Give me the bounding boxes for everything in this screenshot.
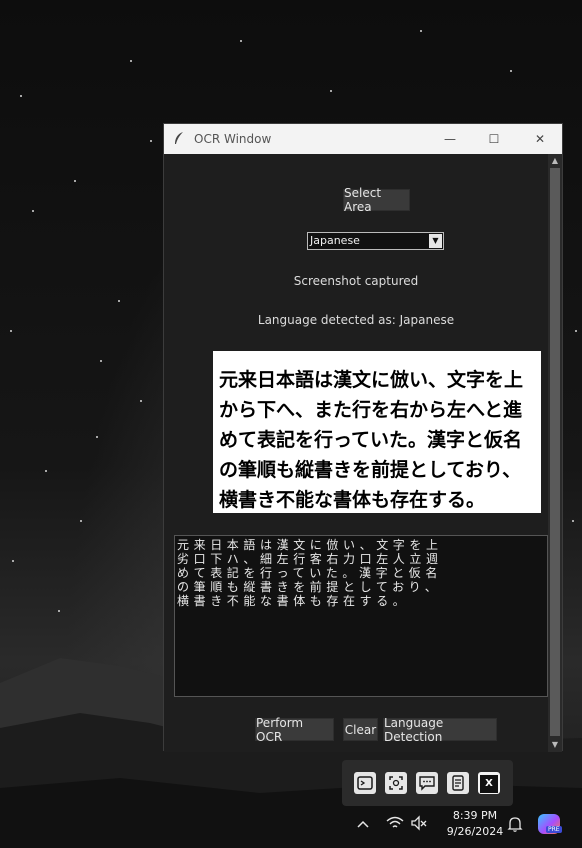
- chat-icon[interactable]: [416, 772, 438, 794]
- preview-line: から下へ、また行を右から左へと進: [219, 399, 523, 421]
- close-icon: ✕: [534, 132, 546, 146]
- window-content: Select Area Japanese ▼ Screenshot captur…: [164, 154, 548, 752]
- notification-bell-icon[interactable]: [507, 815, 523, 833]
- x-icon[interactable]: X: [478, 772, 500, 794]
- preview-line: の筆順も縦書きを前提としており、: [219, 459, 522, 481]
- perform-ocr-button[interactable]: Perform OCR: [255, 716, 334, 744]
- wifi-icon[interactable]: [386, 815, 404, 831]
- maximize-icon: ☐: [488, 132, 500, 146]
- ocr-line: 横書き不能な書体も存在する。: [177, 594, 410, 608]
- clock-time: 8:39 PM: [452, 809, 498, 822]
- preview-line: 元来日本語は漢文に倣い、文字を上: [219, 369, 524, 391]
- copilot-pre-badge: PRE: [546, 826, 562, 833]
- copilot-icon[interactable]: PRE: [538, 814, 562, 834]
- scroll-up-icon[interactable]: ▲: [549, 155, 561, 167]
- language-status: Language detected as: Japanese: [257, 313, 455, 327]
- screenshot-status: Screenshot captured: [293, 274, 419, 288]
- language-select[interactable]: Japanese ▼: [307, 232, 444, 250]
- scroll-down-icon[interactable]: ▼: [549, 739, 561, 751]
- captured-image-preview: 元来日本語は漢文に倣い、文字を上 から下へ、また行を右から左へと進 めて表記を行…: [213, 351, 541, 513]
- x-logo-glyph: X: [480, 775, 498, 793]
- minimize-button[interactable]: —: [432, 127, 468, 151]
- terminal-icon[interactable]: [354, 772, 376, 794]
- tray-overflow-popup: X: [342, 760, 513, 806]
- preview-line: めて表記を行っていた。漢字と仮名: [219, 429, 523, 451]
- clear-button[interactable]: Clear: [343, 718, 378, 741]
- language-detection-button[interactable]: Language Detection: [383, 716, 497, 744]
- ocr-line: の筆順も縦書きを前提としており、: [177, 580, 442, 594]
- ocr-window: OCR Window — ☐ ✕ Select Area Japanese ▼ …: [163, 123, 563, 752]
- volume-muted-icon[interactable]: [410, 815, 428, 831]
- maximize-button[interactable]: ☐: [476, 127, 512, 151]
- close-button[interactable]: ✕: [522, 127, 558, 151]
- window-title: OCR Window: [194, 132, 272, 146]
- chevron-down-icon[interactable]: ▼: [429, 234, 442, 248]
- chevron-up-icon[interactable]: [356, 818, 370, 830]
- ocr-line: 元来日本語は漢文に倣い、文字を上: [177, 538, 443, 552]
- scrollbar-thumb[interactable]: [550, 168, 560, 736]
- clock-date: 9/26/2024: [446, 825, 504, 838]
- notes-icon[interactable]: [447, 772, 469, 794]
- title-bar[interactable]: OCR Window — ☐ ✕: [164, 124, 562, 154]
- system-clock[interactable]: 8:39 PM 9/26/2024: [440, 808, 510, 840]
- language-select-value: Japanese: [310, 234, 360, 247]
- feather-icon: [175, 132, 183, 144]
- minimize-icon: —: [444, 132, 456, 146]
- vertical-scrollbar[interactable]: ▲ ▼: [548, 154, 562, 752]
- ocr-line: めて表記を行っていた。漢字と仮名: [177, 566, 443, 580]
- preview-line: 横書き不能な書体も存在する。: [219, 489, 486, 511]
- screen-capture-icon[interactable]: [385, 772, 407, 794]
- ocr-line: 劣口下ハ、細左行客右力口左人立週: [177, 552, 443, 566]
- ocr-result-textarea[interactable]: 元来日本語は漢文に倣い、文字を上 劣口下ハ、細左行客右力口左人立週 めて表記を行…: [174, 535, 548, 697]
- select-area-button[interactable]: Select Area: [343, 186, 410, 214]
